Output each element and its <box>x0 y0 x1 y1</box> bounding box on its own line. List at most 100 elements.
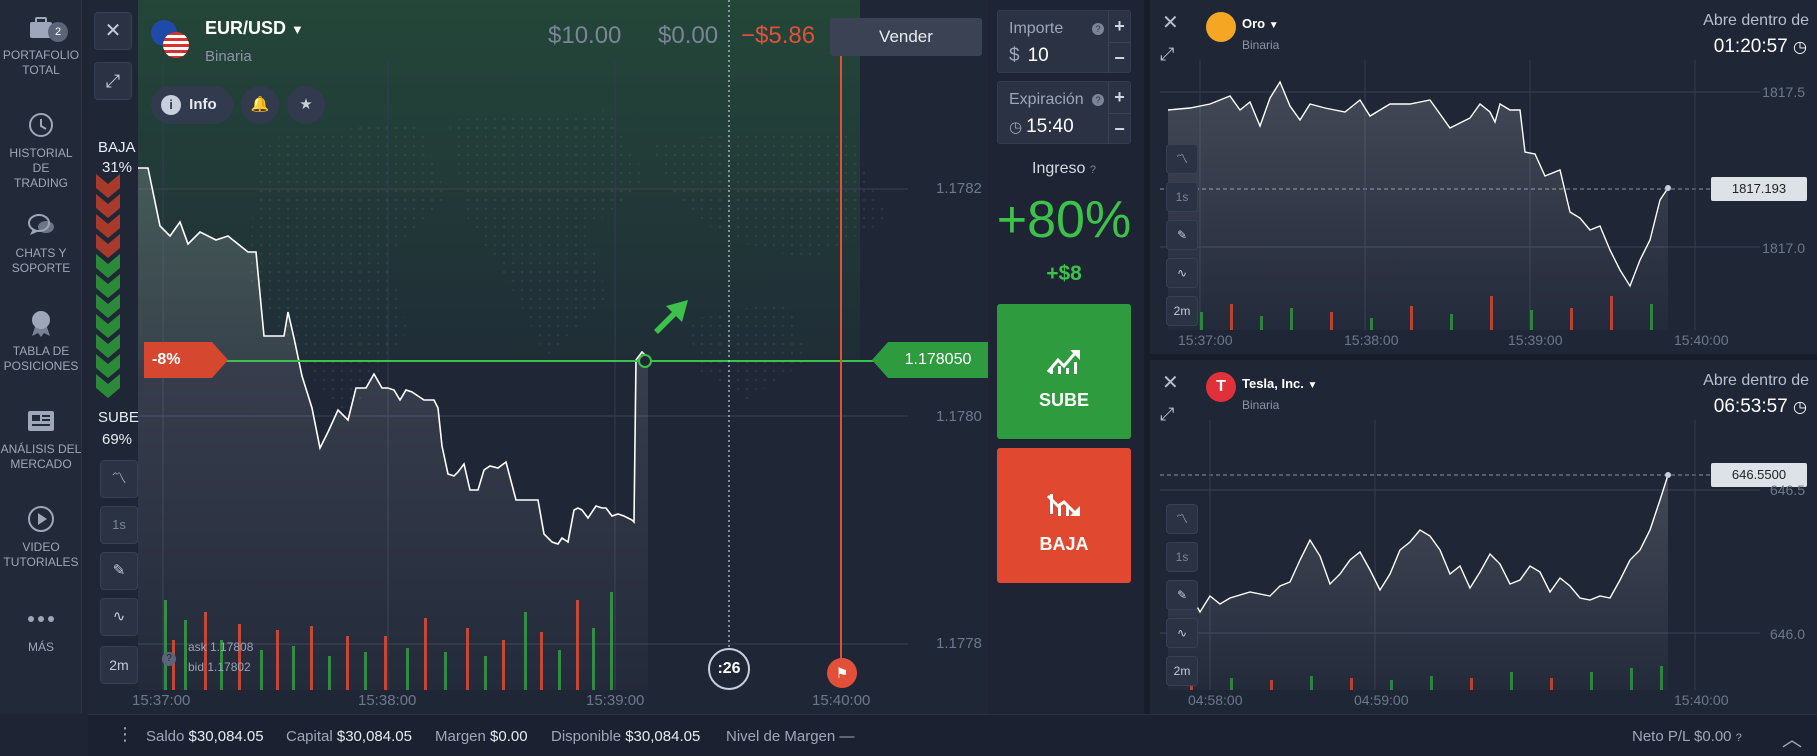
current-price-tag: 1817.193 <box>1711 177 1807 201</box>
history-icon <box>29 113 53 137</box>
help-icon: ? <box>1089 164 1096 176</box>
nav-label: TRADING <box>14 176 68 190</box>
margin-value: $0.00 <box>490 728 528 745</box>
period-button[interactable]: 2m <box>1166 656 1198 686</box>
amount-number: 10 <box>1027 45 1049 66</box>
gold-logo-icon <box>1206 12 1236 42</box>
x-tick: 04:58:00 <box>1188 692 1243 708</box>
drawing-tools-button[interactable]: ✎ <box>1166 580 1198 610</box>
close-chart-button[interactable]: ✕ <box>94 12 132 50</box>
opens-in-timer: 01:20:57 ◷ <box>1714 36 1807 58</box>
expand-chart-button[interactable]: ⤢ <box>94 62 132 100</box>
asset-selector[interactable]: EUR/USD ▼ <box>205 18 304 39</box>
put-button[interactable]: BAJA <box>997 448 1131 583</box>
amount-increase-button[interactable]: + <box>1108 11 1130 42</box>
chart-line-icon: 〽 <box>1175 512 1188 526</box>
expiry-field[interactable]: Expiración ? ◷ 15:40 + − <box>997 81 1131 144</box>
amount-value[interactable]: $10 <box>1009 45 1049 67</box>
net-pnl: Neto P/L $0.00 ? <box>1632 728 1742 745</box>
timeframe-button[interactable]: 1s <box>1166 542 1198 572</box>
mini-chart-tesla[interactable]: ✕ ⤢ T Tesla, Inc. ▼ Binaria Abre dentro … <box>1150 360 1817 714</box>
call-button[interactable]: SUBE <box>997 304 1131 439</box>
nav-label: SOPORTE <box>11 261 71 275</box>
net-pnl-value: $0.00 <box>1693 728 1732 745</box>
nav-leaderboard[interactable]: TABLA DE POSICIONES <box>0 308 82 374</box>
trade-panel: Importe ? $10 + − Expiración ? ◷ 15:40 + … <box>994 10 1134 710</box>
close-icon: ✕ <box>1162 12 1179 34</box>
indicators-button[interactable]: ∿ <box>100 598 138 636</box>
y-tick: 646.5 <box>1769 482 1805 498</box>
nav-label: POSICIONES <box>3 359 79 373</box>
currency-symbol: $ <box>1009 45 1020 66</box>
expand-icon: ⤢ <box>1160 44 1175 64</box>
close-mini-chart-button[interactable]: ✕ <box>1162 10 1179 35</box>
call-button-label: SUBE <box>1038 390 1089 410</box>
expand-mini-chart-button[interactable]: ⤢ <box>1160 44 1174 65</box>
indicators-button[interactable]: ∿ <box>1166 258 1198 288</box>
asset-type: Binaria <box>1242 398 1280 412</box>
expiry-decrease-button[interactable]: − <box>1108 113 1130 144</box>
current-price-tag: 1.178050 <box>888 342 988 378</box>
put-button-label: BAJA <box>1039 534 1089 554</box>
chart-type-button[interactable]: 〽 <box>1166 504 1198 534</box>
amount-label: Importe <box>1009 20 1064 37</box>
expiry-increase-button[interactable]: + <box>1108 82 1130 113</box>
period-button[interactable]: 2m <box>100 646 138 684</box>
alerts-button[interactable]: 🔔 <box>241 86 279 124</box>
x-tick: 15:38:00 <box>1344 332 1399 348</box>
capital: Capital $30,084.05 <box>286 728 412 745</box>
chart-type-button[interactable]: 〽 <box>100 460 138 498</box>
amount-decrease-button[interactable]: − <box>1108 42 1130 73</box>
opens-in-label: Abre dentro de <box>1703 372 1809 389</box>
nav-label: ANÁLISIS DEL <box>0 442 82 456</box>
amount-field[interactable]: Importe ? $10 + − <box>997 10 1131 73</box>
portfolio-badge: 2 <box>48 22 68 42</box>
expiry-time: 15:40 <box>1026 116 1074 137</box>
main-chart[interactable]: ✕ ⤢ EUR/USD ▼ Binaria i Info 🔔 ★ $10.00 … <box>88 0 988 714</box>
y-tick: 1817.0 <box>1762 240 1805 256</box>
close-icon: ✕ <box>1162 372 1179 394</box>
period-button[interactable]: 2m <box>1166 296 1198 326</box>
nav-trading-history[interactable]: HISTORIAL DE TRADING <box>0 110 82 191</box>
indicators-button[interactable]: ∿ <box>1166 618 1198 648</box>
chevron-up-icon: ︿ <box>1782 729 1802 751</box>
close-mini-chart-button[interactable]: ✕ <box>1162 370 1179 395</box>
income-label-text: Ingreso <box>1032 160 1086 177</box>
timeframe-button[interactable]: 1s <box>100 506 138 544</box>
available-label: Disponible <box>551 728 622 745</box>
drawing-tools-button[interactable]: ✎ <box>1166 220 1198 250</box>
favorite-button[interactable]: ★ <box>287 86 325 124</box>
timeframe-button[interactable]: 1s <box>1166 182 1198 212</box>
bell-icon: 🔔 <box>250 96 270 113</box>
dropdown-caret-icon: ▼ <box>1268 20 1279 31</box>
expiry-value[interactable]: ◷ 15:40 <box>1009 116 1074 138</box>
y-tick: 1.1780 <box>936 408 982 425</box>
mini-chart-gold[interactable]: ✕ ⤢ Oro ▼ Binaria Abre dentro de 01:20:5… <box>1150 0 1817 354</box>
asset-selector[interactable]: Tesla, Inc. ▼ <box>1242 376 1317 391</box>
chart-type-button[interactable]: 〽 <box>1166 144 1198 174</box>
drawing-tools-button[interactable]: ✎ <box>100 552 138 590</box>
sell-button[interactable]: Vender <box>830 18 982 56</box>
medal-icon <box>32 311 50 337</box>
info-button[interactable]: i Info <box>151 86 233 124</box>
nav-label: VIDEO <box>22 540 60 554</box>
indicator-wave-icon: ∿ <box>112 608 126 625</box>
asset-selector[interactable]: Oro ▼ <box>1242 16 1279 31</box>
income-label: Ingreso ? <box>994 160 1134 178</box>
menu-dots-icon[interactable]: ⋮ <box>116 724 134 745</box>
expand-mini-chart-button[interactable]: ⤢ <box>1160 404 1174 425</box>
sube-label: SUBE <box>98 409 139 426</box>
nav-chat-support[interactable]: CHATS Y SOPORTE <box>0 210 82 276</box>
balance: Saldo $30,084.05 <box>146 728 264 745</box>
nav-portfolio[interactable]: 2 PORTAFOLIO TOTAL <box>0 12 82 78</box>
eur-usd-flags-icon <box>151 20 189 58</box>
expand-bar-button[interactable]: ︿ <box>1782 723 1802 752</box>
nav-market-analysis[interactable]: ANÁLISIS DEL MERCADO <box>0 406 82 472</box>
newspaper-icon <box>28 411 54 431</box>
capital-label: Capital <box>286 728 333 745</box>
x-tick: 15:39:00 <box>1508 332 1563 348</box>
nav-more[interactable]: MÁS <box>0 604 82 655</box>
expand-icon: ⤢ <box>1160 404 1175 424</box>
nav-video-tutorials[interactable]: VIDEO TUTORIALES <box>0 504 82 570</box>
chat-icon <box>28 214 54 235</box>
